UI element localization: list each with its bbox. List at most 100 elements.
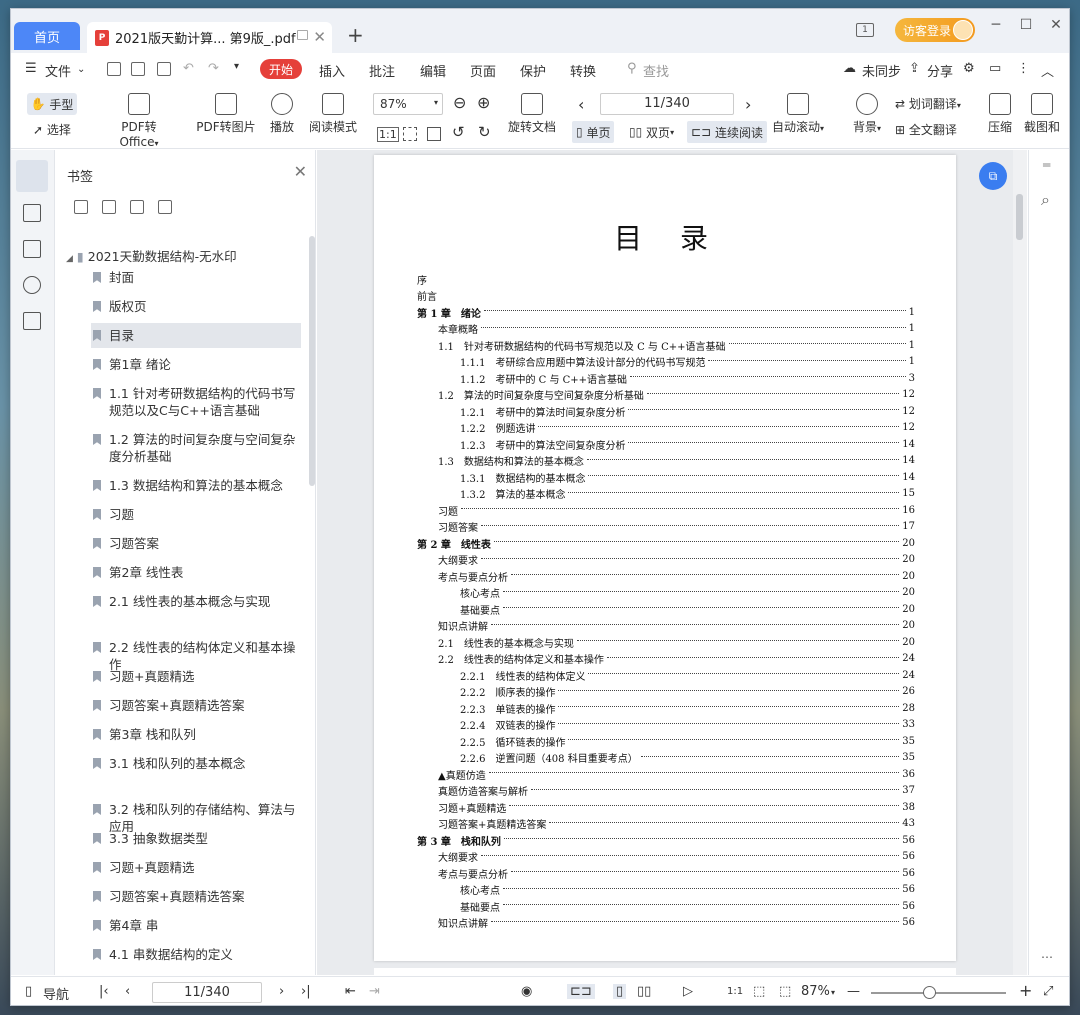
toc-entry[interactable]: 1.3 数据结构和算法的基本概念 14 [417,453,915,469]
chevron-down-icon[interactable]: ⌄ [77,64,85,75]
bookmark-item[interactable]: 目录 [91,323,301,348]
bookmark-root[interactable]: ◢ ▮ 2021天勤数据结构-无水印 [66,246,237,265]
toc-entry[interactable]: 1.3.1 数据结构的基本概念 14 [417,469,915,485]
close-window-icon[interactable]: ✕ [1041,17,1069,33]
screenshot-button[interactable]: 截图和 [1023,93,1061,135]
toc-entry[interactable]: 第 2 章 线性表 20 [417,535,915,551]
more-options-icon[interactable]: ⋯ [1041,950,1053,964]
actual-size-icon[interactable]: 1:1 [377,127,399,142]
menu-edit[interactable]: 编辑 [420,61,446,80]
page-number-input[interactable]: 11/340 [600,93,734,115]
share-icon[interactable]: ⇪ [909,61,920,76]
fit-width-icon[interactable]: ⬚ [779,984,791,999]
toc-entry[interactable]: 1.1.1 考研综合应用题中算法设计部分的代码书写规范 1 [417,354,915,370]
floating-tool-icon[interactable]: ⧉ [979,162,1007,190]
chevron-down-icon[interactable]: ▾ [831,988,835,997]
toc-entry[interactable]: 2.2.5 循环链表的操作 35 [417,733,915,749]
toc-entry[interactable]: 前言 [417,288,915,304]
zoom-in-icon[interactable]: ⊕ [477,93,490,112]
collapse-bookmark-icon[interactable] [158,200,172,214]
status-zoom[interactable]: 87% [801,984,830,999]
toc-entry[interactable]: ▲真题仿造 36 [417,766,915,782]
toc-entry[interactable]: 1.2.2 例题选讲 12 [417,420,915,436]
toc-entry[interactable]: 2.2.2 顺序表的操作 26 [417,684,915,700]
comment-icon[interactable] [23,240,41,258]
bookmark-item[interactable]: 第4章 串 [91,913,301,938]
expand-bookmark-icon[interactable] [130,200,144,214]
comment-icon[interactable]: ▭ [989,61,1001,76]
navigation-button[interactable]: 导航 [43,984,69,1003]
fullscreen-icon[interactable]: ⤢ [1043,984,1053,999]
fit-width-icon[interactable] [427,127,441,141]
quick-access-more-icon[interactable]: ▾ [234,61,239,72]
bookmark-item[interactable]: 习题答案+真题精选答案 [91,884,301,909]
rotate-doc-button[interactable]: 旋转文档 [507,93,557,135]
toc-entry[interactable]: 1.2.1 考研中的算法时间复杂度分析 12 [417,403,915,419]
minimize-icon[interactable]: ─ [981,17,1011,33]
toc-entry[interactable]: 考点与要点分析 56 [417,865,915,881]
continuous-read-button[interactable]: ⊏⊐ 连续阅读 [687,121,767,143]
toc-entry[interactable]: 基础要点 56 [417,898,915,914]
fit-page-icon[interactable] [403,127,417,141]
bookmark-item[interactable]: 封面 [91,265,301,290]
double-page-button[interactable]: ▯▯ 双页 ▾ [625,121,678,143]
eye-protection-icon[interactable]: ◉ [521,984,532,999]
bookmark-item[interactable]: 第2章 线性表 [91,560,301,585]
collapse-ribbon-icon[interactable]: ︿ [1041,61,1054,80]
pin-icon[interactable] [297,30,308,40]
window-count-badge[interactable]: 1 [856,23,874,37]
menu-file[interactable]: 文件 [45,61,71,80]
toc-entry[interactable]: 序 [417,271,915,287]
zoom-out-icon[interactable]: — [847,984,860,999]
share-button[interactable]: 分享 [927,61,953,80]
double-page-view-icon[interactable]: ▯▯ [637,984,651,999]
open-icon[interactable] [107,62,121,76]
toc-entry[interactable]: 核心考点 20 [417,585,915,601]
menu-insert[interactable]: 插入 [319,61,345,80]
menu-hamburger-icon[interactable]: ☰ [25,61,37,76]
signature-icon[interactable] [23,312,41,330]
single-page-button[interactable]: ▯ 单页 [572,121,615,143]
close-tab-icon[interactable]: ✕ [313,28,326,46]
bookmark-item[interactable]: 3.3 抽象数据类型 [91,826,301,851]
toc-entry[interactable]: 1.3.2 算法的基本概念 15 [417,486,915,502]
full-translate-button[interactable]: ⊞ 全文翻译 [895,121,975,138]
actual-size-icon[interactable]: 1:1 [727,986,743,997]
document-scrollbar[interactable] [1013,150,1027,975]
read-mode-button[interactable]: 阅读模式 [307,93,359,135]
zoom-slider-knob[interactable] [923,986,936,999]
add-child-bookmark-icon[interactable] [102,200,116,214]
last-page-icon[interactable]: ›| [301,984,311,999]
toc-entry[interactable]: 核心考点 56 [417,882,915,898]
panel-scrollbar[interactable] [309,236,315,486]
bookmark-item[interactable]: 第1章 绪论 [91,352,301,377]
menu-annotate[interactable]: 批注 [369,61,395,80]
toc-entry[interactable]: 1.2.3 考研中的算法空间复杂度分析 14 [417,436,915,452]
toc-entry[interactable]: 2.2.3 单链表的操作 28 [417,700,915,716]
unsynced-status[interactable]: 未同步 [862,61,901,80]
menu-start[interactable]: 开始 [260,59,302,79]
new-tab-button[interactable]: + [347,23,364,47]
select-tool-button[interactable]: ➚ 选择 [33,121,71,138]
bookmark-item[interactable]: 4.1 串数据结构的定义 [91,942,301,967]
toc-entry[interactable]: 大纲要求 20 [417,552,915,568]
toc-entry[interactable]: 第 1 章 绪论 1 [417,304,915,320]
scrollbar-thumb[interactable] [1016,194,1023,240]
menu-protect[interactable]: 保护 [520,61,546,80]
bookmark-item[interactable]: 习题+真题精选 [91,855,301,880]
bookmark-panel-icon[interactable] [16,160,48,192]
word-translate-button[interactable]: ⇄ 划词翻译▾ [895,95,975,112]
pdf-to-image-button[interactable]: PDF转图片 [195,93,257,135]
forward-icon[interactable]: ⇥ [369,984,380,999]
toc-entry[interactable]: 1.1 针对考研数据结构的代码书写规范以及 C 与 C++语言基础 1 [417,337,915,353]
bookmark-item[interactable]: 习题答案 [91,531,301,556]
toc-entry[interactable]: 习题答案+真题精选答案 43 [417,816,915,832]
more-menu-icon[interactable]: ⋮ [1017,61,1030,76]
settings-gear-icon[interactable]: ⚙ [963,61,975,76]
undo-icon[interactable]: ↶ [183,61,194,76]
prev-page-icon[interactable]: ‹ [578,95,584,114]
add-bookmark-icon[interactable] [74,200,88,214]
search-zoom-icon[interactable]: ⌕ [1041,190,1050,210]
cloud-sync-icon[interactable]: ☁ [843,61,856,76]
bookmark-item[interactable]: 1.3 数据结构和算法的基本概念 [91,473,301,498]
